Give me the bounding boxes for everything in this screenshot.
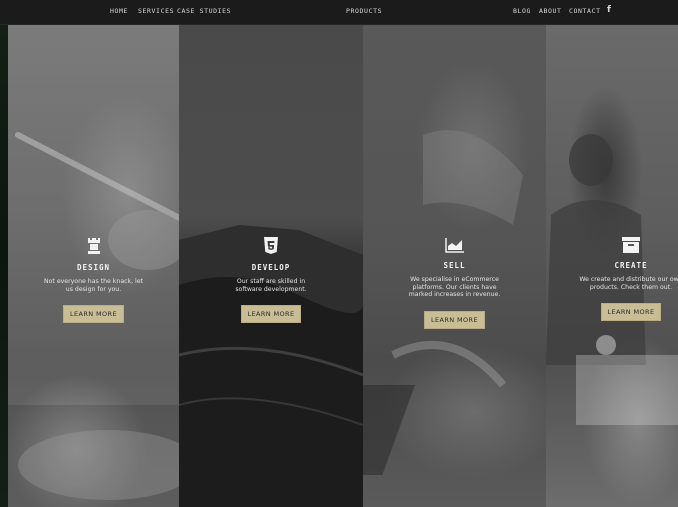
panel-sell-title: SELL [443,261,466,270]
sell-learn-more-button[interactable]: LEARN MORE [424,310,485,329]
nav-contact-link[interactable]: CONTACT [569,7,601,15]
panel-design-title: DESIGN [76,263,111,272]
left-edge-strip [0,0,8,507]
nav-case-studies-link[interactable]: CASE STUDIES [177,7,231,15]
nav-home-link[interactable]: HOME [110,7,128,15]
nav-blog-link[interactable]: BLOG [513,7,531,15]
top-nav: HOME SERVICES CASE STUDIES PRODUCTS BLOG… [0,0,678,25]
nav-services-link[interactable]: SERVICES [138,7,174,15]
panel-design-content: DESIGN Not everyone has the knack, let u… [8,237,179,323]
design-learn-more-button[interactable]: LEARN MORE [63,305,124,323]
panel-sell: SELL We specialise in eCommerce platform… [363,25,546,507]
panel-develop: DEVELOP Our staff are skilled in softwar… [179,25,363,507]
nav-products-link[interactable]: PRODUCTS [346,7,382,15]
panel-sell-description: We specialise in eCommerce platforms. Ou… [408,276,501,298]
area-chart-icon [444,238,464,253]
develop-learn-more-button[interactable]: LEARN MORE [240,305,302,323]
panel-develop-title: DEVELOP [251,263,291,272]
panel-design-description: Not everyone has the knack, let us desig… [44,278,143,293]
chess-rook-icon [87,238,100,254]
panel-create-content: CREATE We create and distribute our own … [566,237,678,321]
panel-design: DESIGN Not everyone has the knack, let u… [8,25,179,507]
create-learn-more-button[interactable]: LEARN MORE [600,303,662,321]
panel-sell-content: SELL We specialise in eCommerce platform… [363,237,546,329]
panel-develop-content: DEVELOP Our staff are skilled in softwar… [179,237,363,323]
panel-create-description: We create and distribute our own product… [579,276,678,291]
panel-develop-description: Our staff are skilled in software develo… [235,278,307,293]
panel-create: CREATE We create and distribute our own … [546,25,678,507]
nav-about-link[interactable]: ABOUT [539,7,562,15]
page: HOME SERVICES CASE STUDIES PRODUCTS BLOG… [0,0,678,507]
panel-create-title: CREATE [614,261,648,270]
archive-box-icon [622,237,640,253]
facebook-icon[interactable]: f [607,5,612,15]
html5-icon [264,237,278,254]
